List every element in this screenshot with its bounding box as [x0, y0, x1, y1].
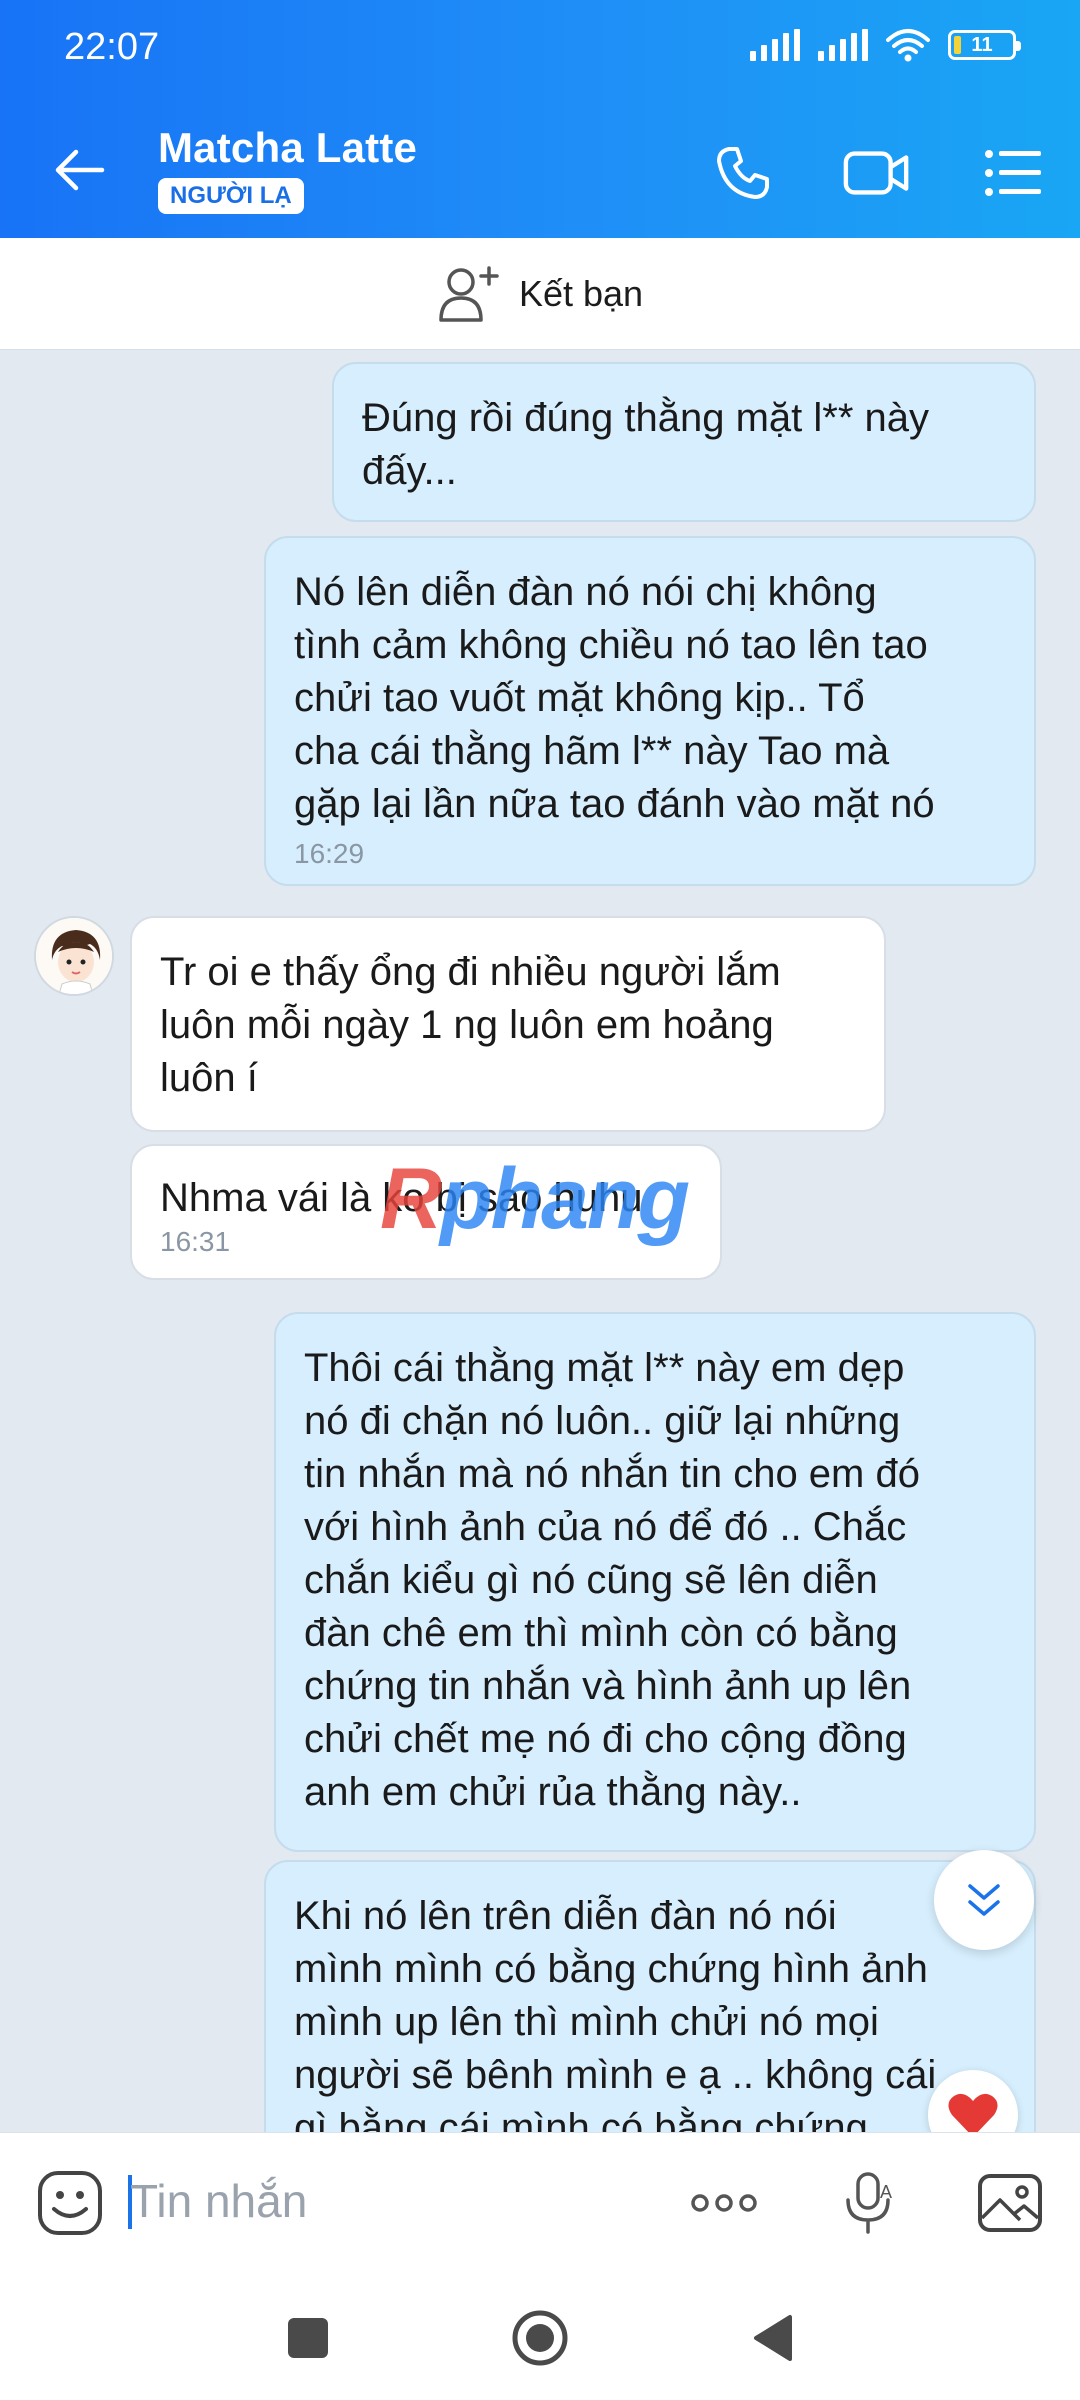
avatar-image	[36, 918, 112, 994]
message-text: Nhma vái là ko bị sao huhu	[160, 1176, 643, 1220]
microphone-icon: A	[846, 2172, 892, 2234]
battery-level: 11	[971, 33, 993, 56]
status-icons: 11	[750, 28, 1021, 62]
message-text: Khi nó lên trên diễn đàn nó nói mình mìn…	[294, 1894, 937, 2132]
message-input-bar: A	[0, 2132, 1080, 2268]
add-friend-label: Kết bạn	[518, 272, 644, 314]
add-friend-button[interactable]: Kết bạn	[0, 238, 1080, 350]
wifi-icon	[886, 29, 930, 62]
video-camera-icon	[843, 151, 909, 195]
menu-button[interactable]	[978, 138, 1048, 208]
phone-icon	[717, 147, 769, 199]
signal-icon	[750, 29, 800, 61]
sticker-face-icon	[38, 2171, 102, 2235]
app-header: 22:07 11 Matcha Latte NGƯỜI LẠ	[0, 0, 1080, 238]
image-gallery-icon	[978, 2174, 1042, 2232]
back-nav-button[interactable]	[732, 2298, 812, 2378]
gallery-button[interactable]	[974, 2167, 1046, 2239]
message-bubble-incoming[interactable]: Tr oi e thấy ổng đi nhiều người lắm luôn…	[130, 916, 886, 1132]
home-button[interactable]	[500, 2298, 580, 2378]
message-text: Nó lên diễn đàn nó nói chị không tình cả…	[294, 570, 935, 826]
message-bubble-outgoing[interactable]: Khi nó lên trên diễn đàn nó nói mình mìn…	[264, 1860, 1036, 2132]
more-dots-icon	[691, 2194, 757, 2212]
message-bubble-outgoing[interactable]: Đúng rồi đúng thằng mặt l** này đấy...	[332, 362, 1036, 522]
battery-icon: 11	[948, 30, 1021, 60]
stranger-badge: NGƯỜI LẠ	[158, 178, 304, 214]
chat-area[interactable]: Đúng rồi đúng thằng mặt l** này đấy... N…	[0, 350, 1080, 2132]
add-user-icon	[439, 265, 499, 322]
back-button[interactable]	[44, 140, 114, 200]
voice-message-button[interactable]: A	[834, 2167, 906, 2239]
contact-avatar[interactable]	[34, 916, 114, 996]
recent-apps-button[interactable]	[268, 2298, 348, 2378]
home-circle-icon	[512, 2310, 568, 2366]
message-time: 16:31	[160, 1226, 231, 1257]
double-chevron-down-icon	[968, 1884, 1000, 1916]
message-bubble-outgoing[interactable]: Thôi cái thằng mặt l** này em dẹp nó đi …	[274, 1312, 1036, 1852]
message-text: Tr oi e thấy ổng đi nhiều người lắm luôn…	[160, 950, 781, 1100]
list-menu-icon	[985, 150, 1041, 196]
message-text: Thôi cái thằng mặt l** này em dẹp nó đi …	[304, 1346, 920, 1814]
triangle-back-icon	[754, 2315, 792, 2361]
message-bubble-incoming[interactable]: Nhma vái là ko bị sao huhu 16:31	[130, 1144, 722, 1280]
scroll-to-bottom-button[interactable]	[934, 1850, 1034, 1950]
more-options-button[interactable]	[688, 2167, 760, 2239]
arrow-left-icon	[55, 149, 105, 191]
heart-icon	[948, 2093, 998, 2132]
voice-call-button[interactable]	[708, 138, 778, 208]
square-icon	[288, 2318, 328, 2358]
status-time: 22:07	[64, 26, 160, 68]
sticker-button[interactable]	[34, 2167, 106, 2239]
video-call-button[interactable]	[842, 138, 912, 208]
contact-name[interactable]: Matcha Latte	[158, 124, 417, 172]
message-time: 16:29	[294, 838, 365, 869]
svg-text:A: A	[880, 2182, 892, 2202]
message-bubble-outgoing[interactable]: Nó lên diễn đàn nó nói chị không tình cả…	[264, 536, 1036, 886]
system-nav-bar	[0, 2268, 1080, 2400]
signal-icon-sim2	[818, 29, 868, 61]
message-text: Đúng rồi đúng thằng mặt l** này đấy...	[362, 396, 930, 493]
message-input[interactable]	[128, 2163, 648, 2239]
